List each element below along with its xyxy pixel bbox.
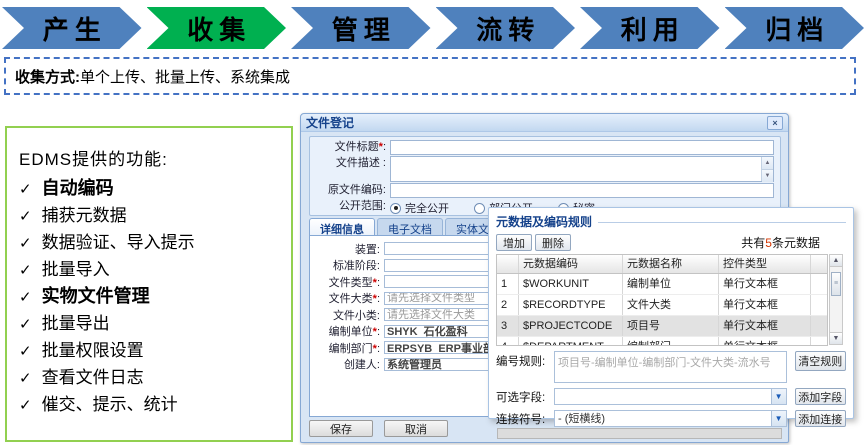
- delete-metadata-button[interactable]: 删除: [535, 234, 571, 251]
- compile-unit-label: 编制单位*:: [310, 323, 384, 339]
- metadata-table-header: 元数据编码 元数据名称 控件类型: [497, 255, 827, 274]
- cancel-button[interactable]: 取消: [384, 420, 448, 437]
- collect-method-box: 收集方式: 单个上传、批量上传、系统集成: [4, 57, 856, 95]
- optional-field-label: 可选字段:: [496, 387, 554, 405]
- arrow-down-icon[interactable]: ▼: [762, 170, 773, 182]
- dialog-top-panel: 文件标题*: 文件描述 : ▲ ▼ 原文件编码: 公开范围: 完全公开 部门公开…: [309, 136, 781, 216]
- feature-item: ✓数据验证、导入提示: [19, 229, 283, 256]
- check-icon: ✓: [19, 338, 32, 365]
- col-metadata-name: 元数据名称: [623, 255, 719, 273]
- check-icon: ✓: [19, 176, 32, 203]
- compile-dept-label: 编制部门*:: [310, 340, 384, 356]
- check-icon: ✓: [19, 365, 32, 392]
- metadata-toolbar: 增加 删除 共有5条元数据: [496, 234, 846, 251]
- table-row[interactable]: 4 $DEPARTMENT 编制部门 单行文本框: [497, 337, 827, 345]
- chevron-down-icon[interactable]: ▼: [771, 389, 786, 404]
- connector-label: 连接符号:: [496, 409, 554, 427]
- file-category-label: 文件大类*:: [310, 290, 384, 306]
- close-icon[interactable]: ×: [767, 116, 783, 130]
- file-title-input[interactable]: [390, 140, 774, 155]
- features-title: EDMS提供的功能:: [19, 145, 283, 170]
- table-row[interactable]: 3 $PROJECTCODE 项目号 单行文本框: [497, 316, 827, 337]
- file-desc-label: 文件描述 :: [316, 156, 390, 171]
- optional-field-select[interactable]: ▼: [554, 388, 787, 405]
- arrow-up-icon[interactable]: ▲: [762, 157, 773, 170]
- metadata-count: 共有5条元数据: [741, 234, 846, 251]
- flow-stage-manage: 管理: [291, 7, 431, 49]
- file-subcategory-label: 文件小类:: [310, 307, 384, 323]
- clear-rule-button[interactable]: 清空规则: [795, 351, 846, 371]
- flow-stage-collect: 收集: [147, 7, 287, 49]
- scroll-down-icon[interactable]: ▼: [830, 332, 842, 344]
- metadata-table: 元数据编码 元数据名称 控件类型 1 $WORKUNIT 编制单位 单行文本框 …: [496, 254, 828, 346]
- feature-item: ✓查看文件日志: [19, 364, 283, 391]
- table-row[interactable]: 2 $RECORDTYPE 文件大类 单行文本框: [497, 295, 827, 316]
- connector-select[interactable]: - (短横线) ▼: [554, 410, 787, 427]
- flow-stage-archive: 归档: [725, 7, 865, 49]
- col-control-type: 控件类型: [719, 255, 811, 273]
- flow-stage-transfer: 流转: [436, 7, 576, 49]
- dialog-title: 文件登记: [306, 114, 354, 131]
- orig-code-input[interactable]: [390, 183, 774, 198]
- table-row[interactable]: 1 $WORKUNIT 编制单位 单行文本框: [497, 274, 827, 295]
- device-label: 装置:: [310, 241, 384, 257]
- check-icon: ✓: [19, 257, 32, 284]
- metadata-coding-rule-panel: 元数据及编码规则 增加 删除 共有5条元数据 元数据编码 元数据名称 控件类型 …: [488, 207, 854, 419]
- vertical-scrollbar[interactable]: ▲ ≡ ▼: [829, 254, 843, 345]
- file-title-label: 文件标题*:: [316, 140, 390, 155]
- col-metadata-code: 元数据编码: [519, 255, 623, 273]
- check-icon: ✓: [19, 392, 32, 419]
- file-type-label: 文件类型*:: [310, 274, 384, 290]
- check-icon: ✓: [19, 311, 32, 338]
- feature-item: ✓捕获元数据: [19, 202, 283, 229]
- feature-item: ✓自动编码: [19, 175, 283, 202]
- feature-item: ✓实物文件管理: [19, 283, 283, 310]
- metadata-table-body: 1 $WORKUNIT 编制单位 单行文本框 2 $RECORDTYPE 文件大…: [497, 274, 827, 345]
- scope-label: 公开范围:: [316, 199, 390, 214]
- save-button[interactable]: 保存: [309, 420, 373, 437]
- radio-icon[interactable]: [390, 203, 401, 214]
- numbering-rule-label: 编号规则:: [496, 351, 554, 369]
- orig-code-label: 原文件编码:: [316, 183, 390, 198]
- dialog-titlebar[interactable]: 文件登记 ×: [301, 114, 788, 132]
- check-icon: ✓: [19, 284, 32, 311]
- collect-method-text: 单个上传、批量上传、系统集成: [80, 66, 290, 87]
- horizontal-scrollbar[interactable]: [497, 428, 782, 439]
- panel-title-rule: [598, 222, 846, 223]
- feature-item: ✓催交、提示、统计: [19, 391, 283, 418]
- standard-phase-label: 标准阶段:: [310, 257, 384, 273]
- radio-public-full[interactable]: 完全公开: [390, 200, 449, 216]
- panel-title: 元数据及编码规则: [496, 213, 592, 230]
- flow-stage-use: 利用: [580, 7, 720, 49]
- process-flow: 产生 收集 管理 流转 利用 归档: [2, 7, 864, 49]
- textarea-spinner[interactable]: ▲ ▼: [761, 157, 773, 181]
- add-connector-button[interactable]: 添加连接: [795, 410, 846, 427]
- radio-icon[interactable]: [474, 203, 485, 214]
- add-metadata-button[interactable]: 增加: [496, 234, 532, 251]
- features-box: EDMS提供的功能: ✓自动编码 ✓捕获元数据 ✓数据验证、导入提示 ✓批量导入…: [5, 126, 293, 442]
- numbering-rule-input[interactable]: [554, 351, 787, 383]
- add-field-button[interactable]: 添加字段: [795, 388, 846, 405]
- file-desc-textarea[interactable]: ▲ ▼: [390, 156, 774, 182]
- chevron-down-icon[interactable]: ▼: [771, 411, 786, 426]
- collect-method-label: 收集方式:: [15, 66, 80, 87]
- feature-item: ✓批量导出: [19, 310, 283, 337]
- dialog-buttons: 保存 取消: [309, 420, 448, 437]
- scroll-up-icon[interactable]: ▲: [830, 255, 842, 267]
- flow-stage-produce: 产生: [2, 7, 142, 49]
- check-icon: ✓: [19, 203, 32, 230]
- check-icon: ✓: [19, 230, 32, 257]
- creator-label: 创建人:: [310, 356, 384, 372]
- feature-item: ✓批量导入: [19, 256, 283, 283]
- feature-item: ✓批量权限设置: [19, 337, 283, 364]
- scrollbar-thumb[interactable]: ≡: [831, 272, 841, 296]
